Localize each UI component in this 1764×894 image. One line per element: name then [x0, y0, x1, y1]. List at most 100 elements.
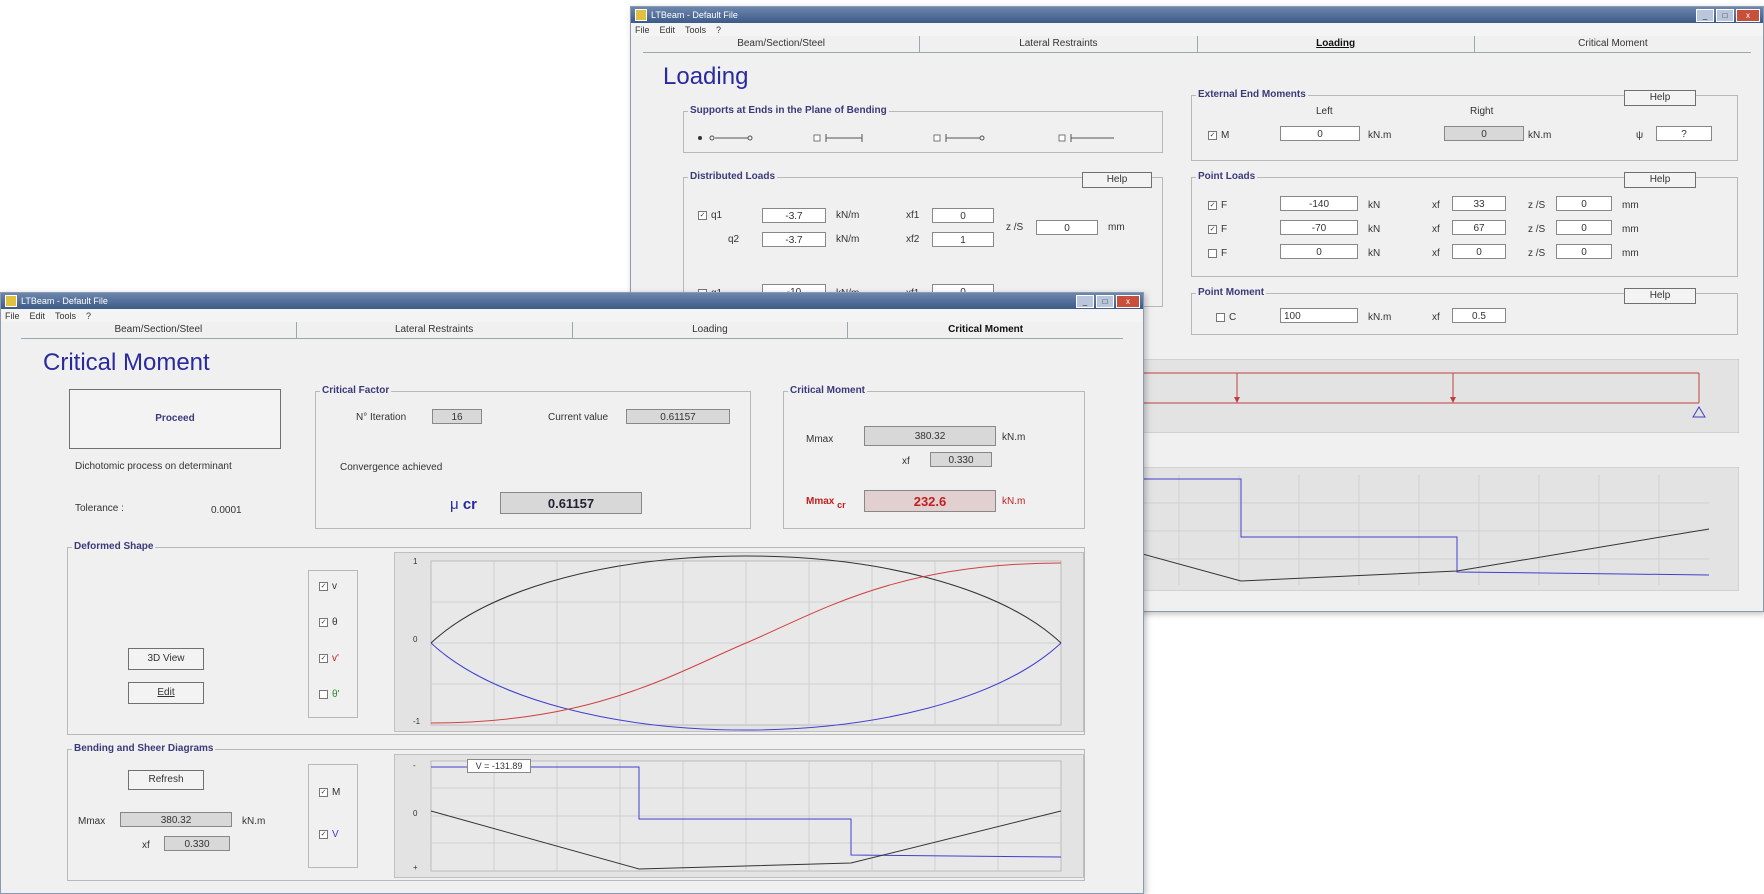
app-icon: [5, 295, 17, 307]
bending-mmax-label: Mmax: [78, 816, 106, 827]
menu-file[interactable]: File: [635, 25, 650, 35]
minimize-button[interactable]: _: [1076, 295, 1094, 308]
point-moment-xf[interactable]: 0.5: [1452, 308, 1506, 323]
external-moments-group: External End Moments Help Left Right ✓ M …: [1191, 89, 1738, 161]
z-input[interactable]: 0: [1036, 220, 1098, 235]
mcr-subscript: cr: [837, 500, 846, 510]
tab-loading[interactable]: Loading: [573, 322, 849, 338]
series-theta-checkbox[interactable]: ✓ θ: [319, 617, 338, 628]
window-title: LTBeam - Default File: [21, 296, 108, 306]
xf1-input[interactable]: 0: [932, 208, 994, 223]
convergence-status: Convergence achieved: [340, 462, 443, 473]
point-load-3-z[interactable]: 0: [1556, 244, 1612, 259]
series-v-prime-checkbox[interactable]: ✓ v': [319, 653, 339, 664]
checkmark-icon: ✓: [1208, 200, 1217, 210]
menu-bar: File Edit Tools ?: [1, 309, 1143, 322]
tab-beam-section-steel[interactable]: Beam/Section/Steel: [643, 36, 921, 52]
deformed-shape-title: Deformed Shape: [72, 541, 156, 552]
point-load-1-xf[interactable]: 33: [1452, 196, 1506, 211]
tab-critical-moment[interactable]: Critical Moment: [1475, 36, 1751, 52]
xf-label: xf: [902, 456, 910, 467]
window-controls: _ □ x: [1076, 295, 1140, 308]
psi-input[interactable]: ?: [1656, 126, 1712, 141]
point-load-2-z-label: z /S: [1528, 224, 1546, 235]
tolerance-value: 0.0001: [211, 505, 242, 516]
deformed-shape-group: Deformed Shape 3D View Edit ✓ v ✓ θ ✓ v' θ'…: [67, 541, 1085, 735]
distributed-loads-title: Distributed Loads: [688, 171, 778, 182]
support-option-pinned-pinned[interactable]: [698, 135, 753, 141]
support-option-fixed-pinned[interactable]: [933, 134, 985, 142]
point-load-1-z-label: z /S: [1528, 200, 1546, 211]
shear-tooltip: V = -131.89: [467, 759, 531, 773]
tab-strip: Beam/Section/Steel Lateral Restraints Lo…: [21, 322, 1123, 339]
point-load-2-z[interactable]: 0: [1556, 220, 1612, 235]
point-load-3-value[interactable]: 0: [1280, 244, 1358, 259]
close-button[interactable]: x: [1736, 9, 1760, 22]
moment-m-checkbox[interactable]: ✓ M: [1208, 130, 1229, 141]
series-shear-checkbox[interactable]: ✓ V: [319, 829, 339, 840]
loading-beam-diagram: [1139, 359, 1739, 433]
distributed-help-button[interactable]: Help: [1082, 172, 1152, 188]
point-load-3-xf[interactable]: 0: [1452, 244, 1506, 259]
point-load-2-checkbox[interactable]: ✓ F: [1208, 224, 1227, 235]
menu-help[interactable]: ?: [716, 25, 721, 35]
xf-value: 0.330: [930, 452, 992, 467]
menu-edit[interactable]: Edit: [30, 311, 46, 321]
tab-lateral-restraints[interactable]: Lateral Restraints: [297, 322, 573, 338]
critical-moment-group: Critical Moment Mmax 380.32 kN.m xf 0.33…: [783, 385, 1085, 529]
menu-edit[interactable]: Edit: [660, 25, 676, 35]
3d-view-button[interactable]: 3D View: [128, 648, 204, 670]
support-options-icons: [698, 134, 1114, 142]
point-load-2-xf[interactable]: 67: [1452, 220, 1506, 235]
point-load-2-value[interactable]: -70: [1280, 220, 1358, 235]
support-option-fixed-fixed[interactable]: [813, 134, 863, 142]
q1-input[interactable]: -3.7: [762, 208, 826, 223]
tab-loading[interactable]: Loading: [1198, 36, 1475, 52]
close-button[interactable]: x: [1116, 295, 1140, 308]
page-title: Loading: [663, 63, 749, 90]
window-title: LTBeam - Default File: [651, 10, 738, 20]
left-moment-input[interactable]: 0: [1280, 126, 1360, 141]
menu-tools[interactable]: Tools: [55, 311, 76, 321]
edit-button[interactable]: Edit: [128, 682, 204, 704]
mu-symbol: μ: [450, 496, 459, 513]
minimize-button[interactable]: _: [1696, 9, 1714, 22]
menu-help[interactable]: ?: [86, 311, 91, 321]
point-load-1-checkbox[interactable]: ✓ F: [1208, 200, 1227, 211]
menu-bar: File Edit Tools ?: [631, 23, 1763, 36]
menu-file[interactable]: File: [5, 311, 20, 321]
point-loads-help-button[interactable]: Help: [1624, 172, 1696, 188]
proceed-button[interactable]: Proceed: [69, 389, 281, 449]
xf2-input[interactable]: 1: [932, 232, 994, 247]
psi-label: ψ: [1636, 130, 1644, 141]
series-m-checkbox[interactable]: ✓ M: [319, 787, 340, 798]
maximize-button[interactable]: □: [1716, 9, 1734, 22]
right-moment-input[interactable]: 0: [1444, 126, 1524, 141]
point-load-1-z[interactable]: 0: [1556, 196, 1612, 211]
mcr-value: 232.6: [864, 490, 996, 512]
mu-cr-value: 0.61157: [500, 492, 642, 514]
point-moment-checkbox[interactable]: C: [1216, 312, 1236, 323]
external-help-button[interactable]: Help: [1624, 90, 1696, 106]
refresh-button[interactable]: Refresh: [128, 770, 204, 790]
point-load-3-unit: kN: [1368, 248, 1381, 259]
point-load-3-checkbox[interactable]: F: [1208, 248, 1227, 259]
point-moment-help-button[interactable]: Help: [1624, 288, 1696, 304]
point-moment-value[interactable]: 100: [1280, 308, 1358, 323]
point-loads-group: Point Loads Help ✓ F -140 kN xf 33 z /S 0…: [1191, 171, 1738, 277]
support-option-fixed-free[interactable]: [1058, 134, 1114, 142]
q1-checkbox[interactable]: ✓ q1: [698, 210, 722, 221]
point-load-2-xf-label: xf: [1432, 224, 1440, 235]
external-moments-title: External End Moments: [1196, 89, 1308, 100]
tab-critical-moment[interactable]: Critical Moment: [848, 322, 1123, 338]
point-load-1-value[interactable]: -140: [1280, 196, 1358, 211]
tab-beam-section-steel[interactable]: Beam/Section/Steel: [21, 322, 297, 338]
maximize-button[interactable]: □: [1096, 295, 1114, 308]
series-v-checkbox[interactable]: ✓ v: [319, 581, 337, 592]
tab-lateral-restraints[interactable]: Lateral Restraints: [920, 36, 1198, 52]
q2-input[interactable]: -3.7: [762, 232, 826, 247]
bending-xf-value: 0.330: [164, 836, 230, 851]
menu-tools[interactable]: Tools: [685, 25, 706, 35]
series-theta-prime-checkbox[interactable]: θ': [319, 689, 339, 700]
checkbox-empty-icon: [319, 689, 328, 699]
